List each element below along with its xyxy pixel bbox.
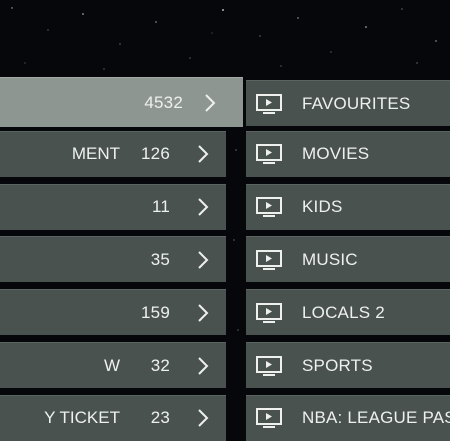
channel-group-label: KIDS: [302, 197, 343, 217]
channel-group-movies[interactable]: MOVIES: [246, 130, 450, 177]
category-count: 159: [141, 302, 170, 322]
channel-group-label: NBA: LEAGUE PASS: [302, 408, 450, 428]
channel-group-nba-league-pass[interactable]: NBA: LEAGUE PASS: [246, 394, 450, 441]
chevron-right-icon: [205, 93, 216, 112]
tv-icon: [256, 93, 282, 114]
chevron-right-icon: [198, 303, 209, 322]
category-count: 32: [150, 355, 170, 375]
channel-group-label: LOCALS 2: [302, 302, 385, 322]
channel-group-label: MUSIC: [302, 249, 358, 269]
channel-group-music[interactable]: MUSIC: [246, 236, 450, 283]
category-item-3[interactable]: 11: [0, 183, 226, 230]
channel-group-locals-2[interactable]: LOCALS 2: [246, 289, 450, 336]
channel-group-label: SPORTS: [302, 355, 373, 375]
category-count: 35: [150, 249, 170, 269]
tv-icon: [256, 408, 282, 429]
category-name: W: [103, 355, 120, 375]
chevron-right-icon: [198, 356, 209, 375]
category-item-4[interactable]: 35: [0, 236, 226, 283]
category-count: 11: [151, 197, 170, 217]
category-name: MENT: [71, 144, 120, 164]
channel-group-label: MOVIES: [302, 144, 370, 164]
chevron-right-icon: [198, 251, 209, 269]
tv-icon: [256, 197, 282, 218]
category-item-1[interactable]: 4532: [0, 77, 243, 127]
tv-icon: [256, 144, 282, 165]
category-count: 126: [141, 144, 170, 164]
channel-group-label: FAVOURITES: [302, 93, 411, 113]
category-item-6[interactable]: W 32: [0, 342, 226, 388]
category-item-5[interactable]: 159: [0, 289, 226, 336]
chevron-right-icon: [198, 409, 209, 428]
category-item-2[interactable]: MENT 126: [0, 130, 226, 177]
channel-group-kids[interactable]: KIDS: [246, 183, 450, 230]
category-name: Y TICKET: [44, 408, 120, 428]
tv-icon: [256, 355, 282, 376]
channel-group-favourites[interactable]: FAVOURITES: [246, 80, 450, 126]
channel-group-sports[interactable]: SPORTS: [246, 342, 450, 388]
tv-icon: [256, 249, 282, 270]
chevron-right-icon: [198, 198, 209, 216]
category-count: 23: [150, 408, 170, 428]
category-count: 4532: [144, 92, 183, 112]
chevron-right-icon: [198, 145, 209, 164]
tv-icon: [256, 302, 282, 323]
category-item-7[interactable]: Y TICKET 23: [0, 394, 226, 441]
